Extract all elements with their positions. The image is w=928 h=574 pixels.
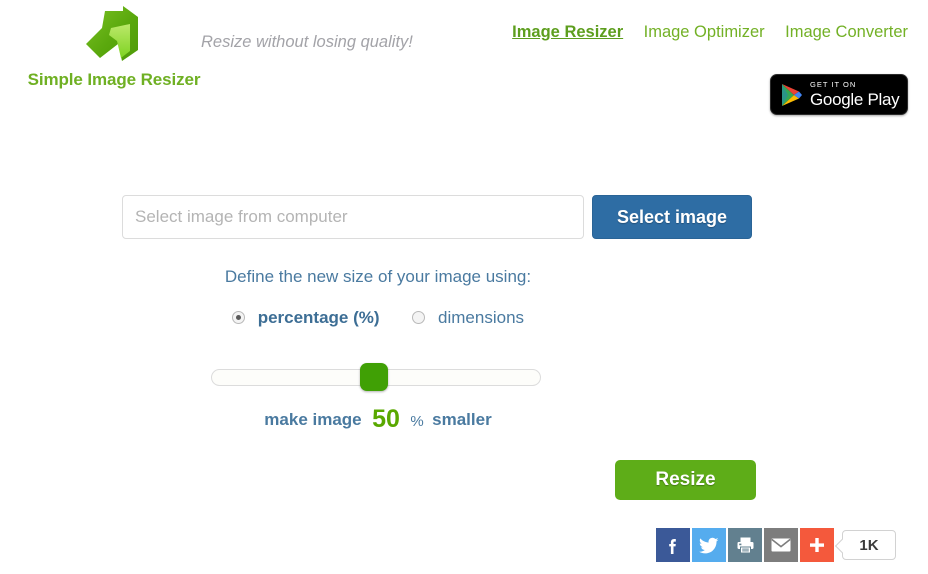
- nav-link-image-converter[interactable]: Image Converter: [785, 23, 908, 41]
- google-play-big-text: Google Play: [810, 89, 900, 109]
- share-bar: 1K: [656, 528, 896, 562]
- share-twitter-button[interactable]: [692, 528, 726, 562]
- percentage-suffix: smaller: [432, 410, 492, 429]
- share-more-button[interactable]: [800, 528, 834, 562]
- select-image-button[interactable]: Select image: [592, 195, 752, 239]
- google-play-badge[interactable]: GET IT ON Google Play: [770, 74, 908, 115]
- google-play-small-text: GET IT ON: [810, 80, 857, 90]
- main-nav: Image Resizer Image Optimizer Image Conv…: [496, 23, 908, 42]
- tagline: Resize without losing quality!: [201, 33, 413, 51]
- facebook-icon: [669, 539, 676, 554]
- google-play-triangle-icon: [782, 83, 802, 106]
- percentage-readout: make image 50 % smaller: [0, 405, 756, 434]
- percentage-slider[interactable]: [211, 363, 541, 395]
- brand-block[interactable]: Simple Image Resizer: [14, 4, 214, 90]
- share-count-bubble[interactable]: 1K: [842, 530, 896, 560]
- twitter-bird-icon: [699, 537, 719, 554]
- radio-percentage-icon[interactable]: [231, 311, 245, 324]
- green-resize-arrow-logo-icon: [86, 6, 138, 61]
- radio-dimensions-icon[interactable]: [412, 311, 426, 324]
- define-size-label: Define the new size of your image using:: [224, 267, 532, 286]
- file-path-input[interactable]: [122, 195, 584, 239]
- share-print-button[interactable]: [728, 528, 762, 562]
- envelope-icon: [771, 538, 791, 552]
- percentage-value: 50: [372, 405, 400, 433]
- nav-link-image-resizer[interactable]: Image Resizer: [512, 23, 623, 41]
- share-email-button[interactable]: [764, 528, 798, 562]
- radio-dimensions-label[interactable]: dimensions: [438, 308, 524, 327]
- brand-name: Simple Image Resizer: [27, 70, 201, 89]
- logo[interactable]: [78, 4, 150, 66]
- share-facebook-button[interactable]: [656, 528, 690, 562]
- radio-percentage-label[interactable]: percentage (%): [258, 308, 380, 327]
- nav-link-image-optimizer[interactable]: Image Optimizer: [644, 23, 765, 41]
- plus-icon: [810, 538, 824, 552]
- percentage-sign: %: [410, 413, 424, 430]
- site-header: Simple Image Resizer Resize without losi…: [0, 0, 928, 130]
- size-mode-radio-group: percentage (%) dimensions: [0, 308, 756, 328]
- resize-button[interactable]: Resize: [615, 460, 756, 500]
- radio-option-dimensions[interactable]: dimensions: [412, 308, 524, 328]
- printer-icon: [737, 537, 753, 554]
- file-select-row: Select image: [122, 195, 752, 240]
- radio-option-percentage[interactable]: percentage (%): [231, 308, 380, 328]
- google-play-text: GET IT ON Google Play: [810, 80, 900, 109]
- percentage-prefix: make image: [264, 410, 362, 429]
- slider-handle[interactable]: [360, 363, 388, 391]
